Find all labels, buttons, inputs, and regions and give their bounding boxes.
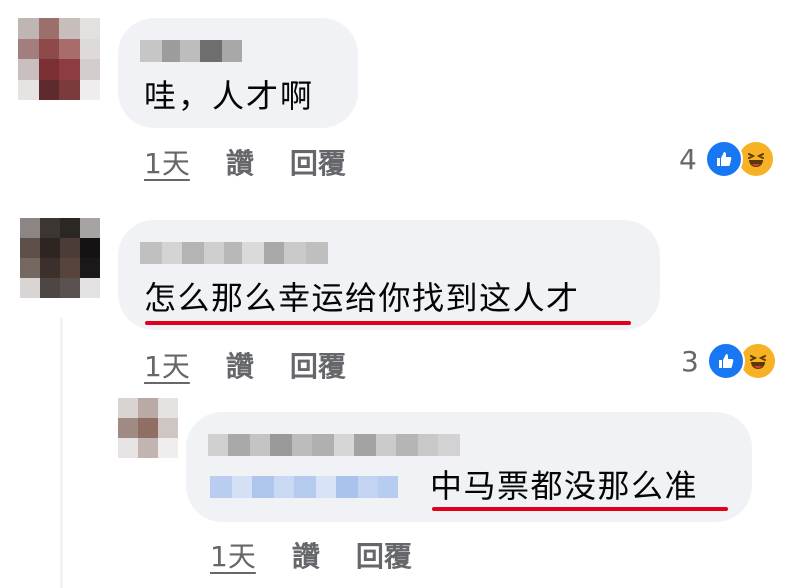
reply-button[interactable]: 回覆 — [290, 142, 346, 182]
mentioned-name-blurred[interactable] — [210, 476, 398, 498]
comment-time[interactable]: 1天 — [144, 345, 190, 385]
reply-actions: 1天 讚 回覆 — [210, 535, 412, 575]
comment-text: 怎么那么幸运给你找到这人才 — [144, 279, 580, 317]
commenter-name-blurred[interactable] — [140, 40, 242, 62]
highlight-underline — [145, 321, 631, 325]
avatar[interactable] — [118, 398, 178, 458]
like-icon — [706, 342, 745, 380]
like-button[interactable]: 讚 — [292, 535, 320, 575]
reply-time[interactable]: 1天 — [210, 535, 256, 575]
reply-text: 中马票都没那么准 — [430, 467, 699, 505]
reaction-summary[interactable]: 4 — [679, 140, 775, 178]
reply-button[interactable]: 回覆 — [290, 345, 346, 385]
reaction-count: 4 — [679, 142, 697, 176]
avatar[interactable] — [20, 218, 100, 298]
reply-thread-line — [60, 318, 63, 588]
avatar[interactable] — [18, 18, 100, 100]
reply-button[interactable]: 回覆 — [356, 535, 412, 575]
commenter-name-blurred[interactable] — [208, 434, 460, 456]
comment-actions: 1天 讚 回覆 — [144, 142, 346, 182]
reaction-summary[interactable]: 3 — [681, 342, 777, 380]
like-icon — [704, 140, 743, 178]
comment-actions: 1天 讚 回覆 — [144, 345, 346, 385]
comment-time[interactable]: 1天 — [144, 142, 190, 182]
like-button[interactable]: 讚 — [226, 142, 254, 182]
comment-text: 哇，人才啊 — [144, 77, 315, 115]
reaction-count: 3 — [681, 344, 699, 378]
highlight-underline — [432, 507, 728, 511]
like-button[interactable]: 讚 — [226, 345, 254, 385]
commenter-name-blurred[interactable] — [140, 242, 328, 264]
